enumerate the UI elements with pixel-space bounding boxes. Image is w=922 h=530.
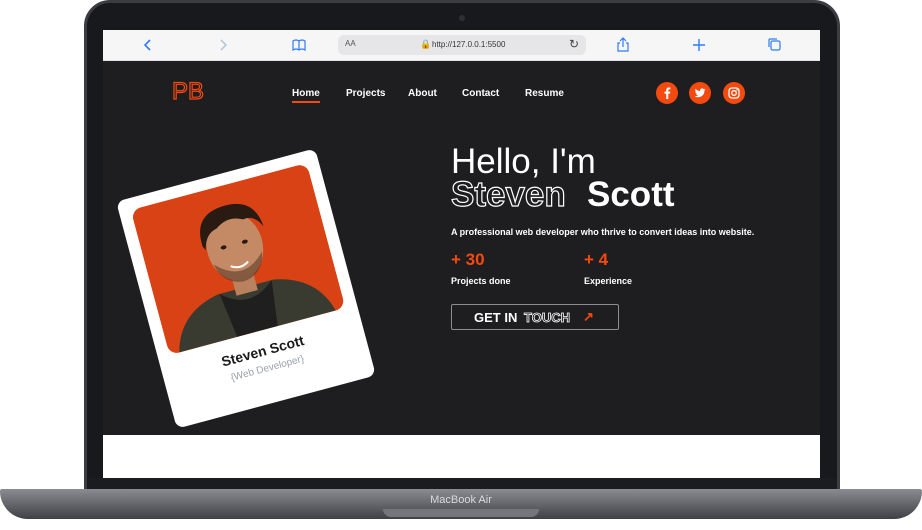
forward-icon[interactable]: [215, 37, 231, 53]
hero-first-name: Steven: [450, 174, 566, 214]
share-icon[interactable]: [615, 37, 631, 53]
nav-contact[interactable]: Contact: [462, 88, 499, 99]
hero-last-name: Scott: [587, 175, 675, 214]
lock-icon: 🔒: [420, 39, 432, 49]
facebook-icon[interactable]: [656, 82, 678, 104]
tabs-overview-icon[interactable]: [767, 37, 783, 53]
device-label: MacBook Air: [430, 494, 492, 506]
arrow-up-right-icon: ↗: [583, 309, 594, 324]
browser-toolbar: AA 🔒 http://127.0.0.1:5500 ↻: [103, 30, 820, 61]
cta-text-get-in: GET IN: [474, 310, 518, 325]
stat-projects-value: + 30: [451, 250, 485, 269]
portfolio-site: PB Home Projects About Contact Resume St…: [103, 61, 820, 435]
nav-projects[interactable]: Projects: [346, 88, 385, 99]
screen: AA 🔒 http://127.0.0.1:5500 ↻ PB Home Pro…: [103, 30, 820, 478]
profile-card: Steven Scott {Web Developer}: [116, 148, 376, 429]
hero-tagline: A professional web developer who thrive …: [451, 227, 755, 237]
nav-resume[interactable]: Resume: [525, 88, 564, 99]
bookmarks-icon[interactable]: [291, 37, 307, 53]
nav-active-underline: [292, 101, 320, 103]
back-icon[interactable]: [140, 37, 156, 53]
cta-text-touch: TOUCH: [524, 310, 571, 326]
new-tab-icon[interactable]: [691, 37, 707, 53]
reload-icon[interactable]: ↻: [569, 37, 579, 51]
stat-projects-label: Projects done: [451, 276, 511, 286]
instagram-icon[interactable]: [723, 82, 745, 104]
reader-aa-button[interactable]: AA: [345, 39, 356, 48]
stat-experience-label: Experience: [584, 276, 633, 286]
twitter-icon[interactable]: [689, 82, 711, 104]
camera: [459, 15, 465, 21]
stat-experience-value: + 4: [584, 250, 609, 269]
laptop-notch: [383, 509, 539, 517]
nav-about[interactable]: About: [408, 88, 437, 99]
nav-home[interactable]: Home: [292, 88, 320, 99]
get-in-touch-button[interactable]: GET IN TOUCH ↗: [451, 304, 619, 330]
profile-photo: [130, 163, 346, 356]
address-bar[interactable]: AA 🔒 http://127.0.0.1:5500 ↻: [338, 35, 586, 55]
site-logo[interactable]: PB: [171, 77, 204, 106]
url-text: http://127.0.0.1:5500: [432, 40, 506, 49]
